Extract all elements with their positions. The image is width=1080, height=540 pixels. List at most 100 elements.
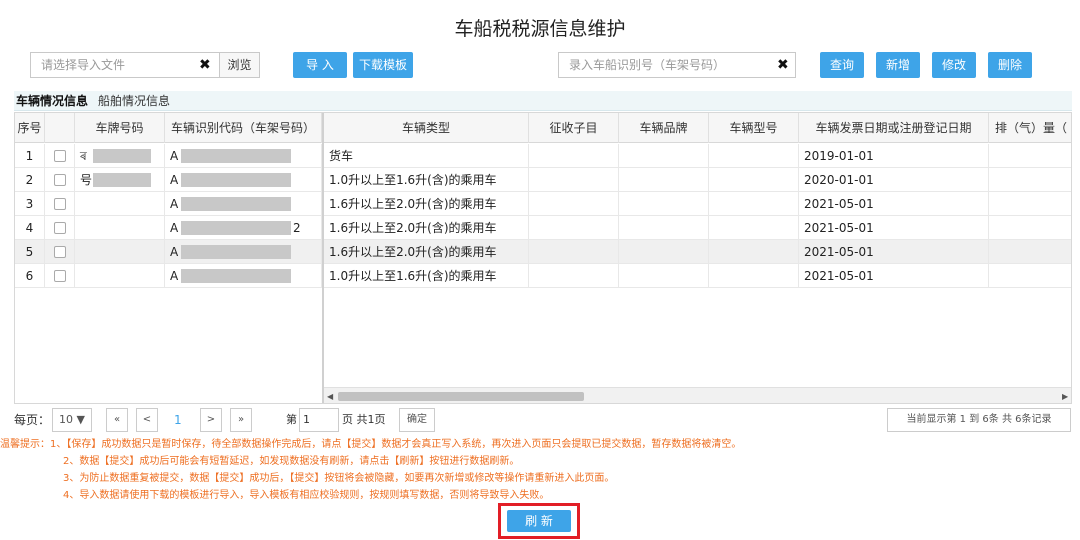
row-type: 货车 [324,144,529,168]
scrollbar-thumb[interactable] [338,392,584,401]
refresh-button[interactable]: 刷 新 [507,510,571,532]
row-date: 2021-05-01 [799,264,989,288]
row-vin: A [165,264,322,288]
row-brand [619,216,709,240]
edit-button[interactable]: 修改 [932,52,976,78]
row-date: 2019-01-01 [799,144,989,168]
row-tax-item [529,240,619,264]
import-button[interactable]: 导 入 [293,52,347,78]
row-plate [75,216,165,240]
row-no: 5 [15,240,45,264]
scroll-right-icon[interactable]: ▶ [1062,388,1068,403]
row-tax-item [529,168,619,192]
row-tax-item [529,144,619,168]
redacted-plate [93,149,151,163]
row-vin: A [165,240,322,264]
row-model [709,264,799,288]
row-plate [75,240,165,264]
row-plate: ৰ [75,144,165,168]
row-select [45,144,75,168]
col-header-date: 车辆发票日期或注册登记日期 [799,113,989,143]
table-row[interactable]: 3 A 1.6升以上至2.0升(含)的乘用车 2021-05-01 [15,192,1071,216]
table-row[interactable]: 5 A 1.6升以上至2.0升(含)的乘用车 2021-05-01 [15,240,1071,264]
tab-ship-info[interactable]: 船舶情况信息 [98,91,170,111]
row-checkbox[interactable] [54,198,66,210]
row-checkbox[interactable] [54,270,66,282]
page-confirm-button[interactable]: 确定 [399,408,435,432]
redacted-vin [181,197,291,211]
vin-prefix: A [170,149,179,163]
col-header-model: 车辆型号 [709,113,799,143]
tab-bar: 车辆情况信息 船舶情况信息 [14,91,1072,111]
redacted-plate [93,173,151,187]
per-page-select[interactable]: 10 ▼ [52,408,92,432]
last-page-button[interactable]: » [230,408,252,432]
row-checkbox[interactable] [54,246,66,258]
plate-prefix: 号 [80,173,93,187]
col-header-tax-item: 征收子目 [529,113,619,143]
table-row[interactable]: 6 A 1.0升以上至1.6升(含)的乘用车 2021-05-01 [15,264,1071,288]
tab-vehicle-info[interactable]: 车辆情况信息 [16,91,88,111]
add-button[interactable]: 新增 [876,52,920,78]
row-displacement [989,264,1071,288]
row-type: 1.0升以上至1.6升(含)的乘用车 [324,264,529,288]
first-page-button[interactable]: « [106,408,128,432]
frozen-column-divider [322,113,324,403]
table-row[interactable]: 2 号 A 1.0升以上至1.6升(含)的乘用车 2020-01-01 [15,168,1071,192]
row-select [45,192,75,216]
row-vin: A [165,192,322,216]
row-plate: 号 [75,168,165,192]
clear-vin-icon[interactable]: ✖ [777,53,789,77]
row-type: 1.6升以上至2.0升(含)的乘用车 [324,192,529,216]
row-checkbox[interactable] [54,174,66,186]
row-model [709,192,799,216]
delete-button[interactable]: 删除 [988,52,1032,78]
row-date: 2021-05-01 [799,240,989,264]
redacted-vin [181,221,291,235]
row-checkbox[interactable] [54,222,66,234]
row-no: 2 [15,168,45,192]
row-plate [75,264,165,288]
prev-page-button[interactable]: < [136,408,158,432]
vin-prefix: A [170,173,179,187]
vin-search-input[interactable]: 录入车船识别号（车架号码） ✖ [558,52,796,78]
row-checkbox[interactable] [54,150,66,162]
query-button[interactable]: 查询 [820,52,864,78]
col-header-select [45,113,75,143]
vin-prefix: A [170,245,179,259]
row-brand [619,168,709,192]
row-date: 2021-05-01 [799,216,989,240]
table-header: 序号 车牌号码 车辆识别代码（车架号码） 车辆类型 征收子目 车辆品牌 车辆型号… [15,113,1071,143]
row-select [45,264,75,288]
per-page-label: 每页： [14,413,51,427]
plate-prefix: ৰ [80,149,87,163]
row-type: 1.6升以上至2.0升(含)的乘用车 [324,216,529,240]
import-file-input[interactable]: 请选择导入文件 ✖ [30,52,220,78]
row-tax-item [529,192,619,216]
table-row[interactable]: 4 A2 1.6升以上至2.0升(含)的乘用车 2021-05-01 [15,216,1071,240]
row-no: 4 [15,216,45,240]
refresh-highlight-box: 刷 新 [498,503,580,539]
row-no: 1 [15,144,45,168]
row-select [45,240,75,264]
scroll-left-icon[interactable]: ◀ [327,388,333,403]
clear-file-icon[interactable]: ✖ [199,53,211,77]
vin-prefix: A [170,221,179,235]
download-template-button[interactable]: 下载模板 [353,52,413,78]
row-vin: A2 [165,216,322,240]
col-header-type: 车辆类型 [324,113,529,143]
row-brand [619,264,709,288]
next-page-button[interactable]: > [200,408,222,432]
row-tax-item [529,264,619,288]
current-page-number[interactable]: 1 [174,408,182,432]
row-select [45,168,75,192]
tip-line-4: 4、导入数据请使用下载的模板进行导入，导入模板有相应校验规则，按规则填写数据，否… [63,490,550,501]
row-no: 6 [15,264,45,288]
horizontal-scrollbar[interactable]: ◀ ▶ [324,387,1071,403]
tip-line-3: 3、为防止数据重复被提交，数据【提交】成功后，【提交】按钮将会被隐藏，如要再次新… [63,473,615,484]
table-row[interactable]: 1 ৰ A 货车 2019-01-01 [15,144,1071,168]
row-vin: A [165,144,322,168]
browse-button[interactable]: 浏览 [219,52,260,78]
page-number-input[interactable]: 1 [299,408,339,432]
row-date: 2021-05-01 [799,192,989,216]
